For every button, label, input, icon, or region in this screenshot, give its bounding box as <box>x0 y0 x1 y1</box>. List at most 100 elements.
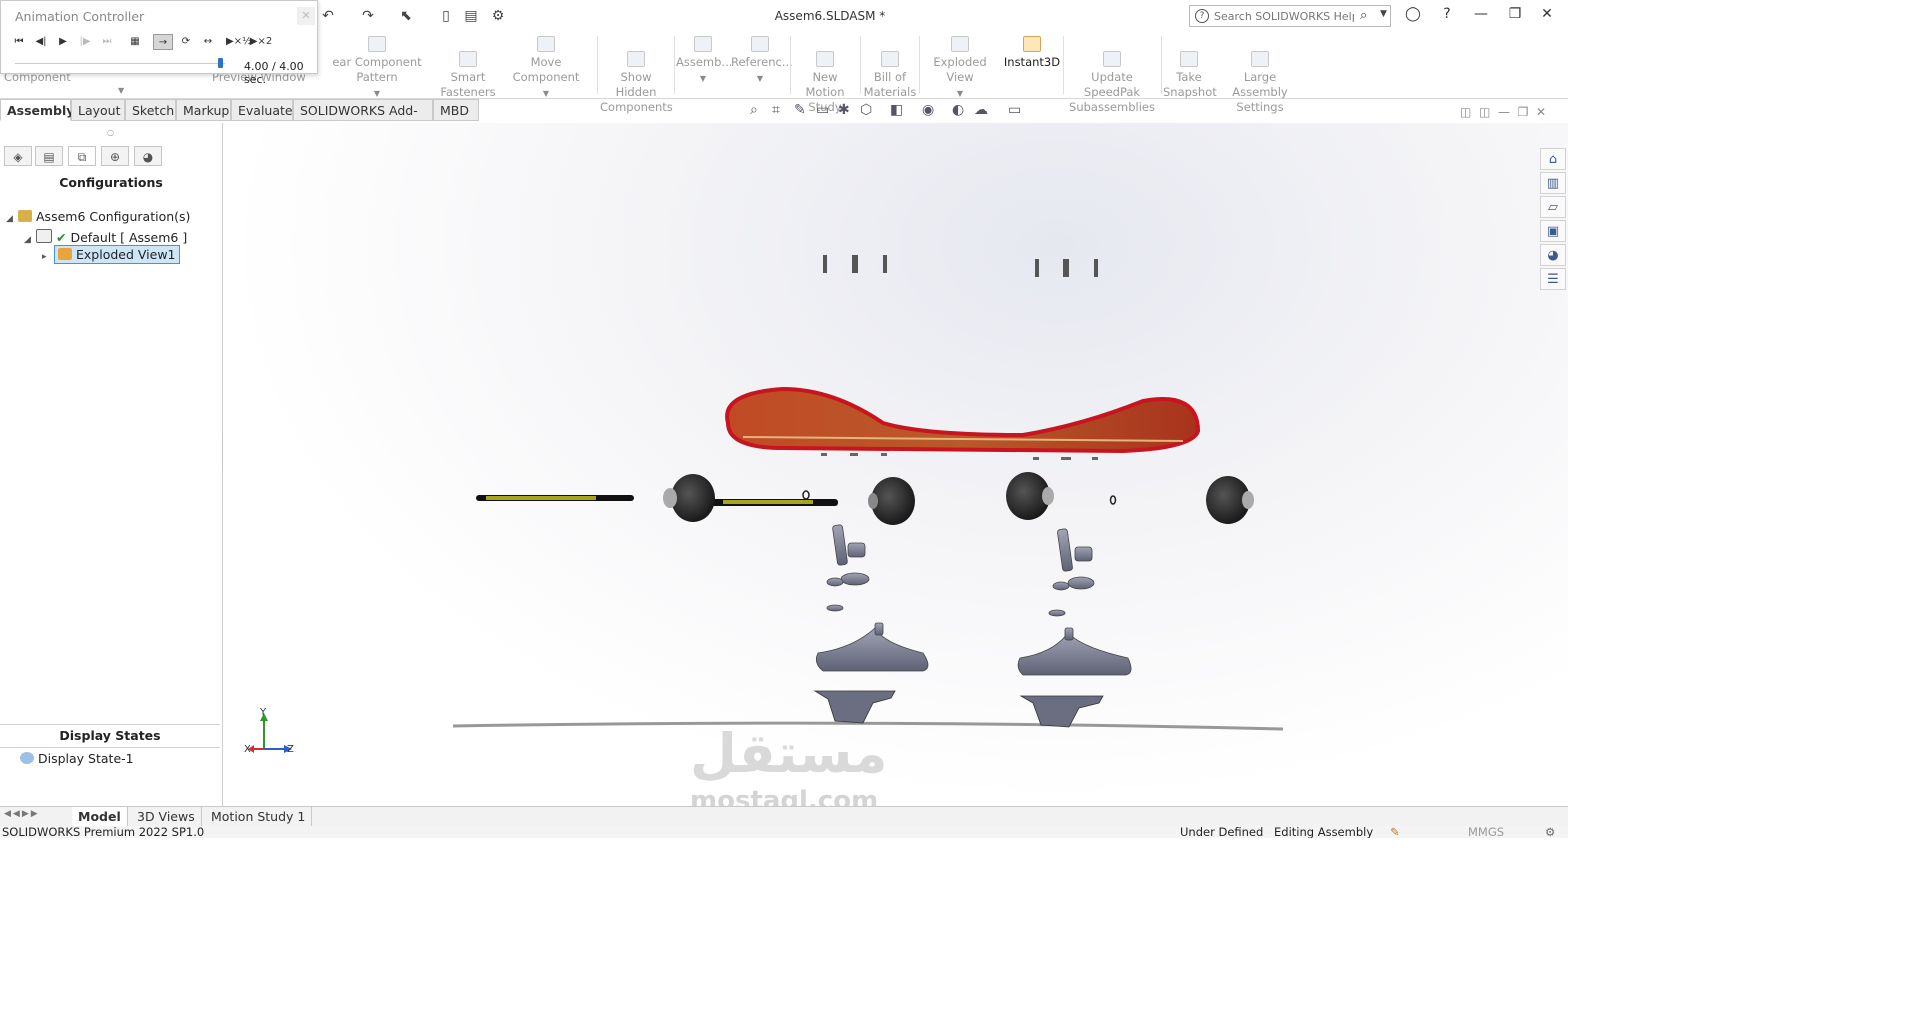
select-icon[interactable]: ⬉ <box>396 8 416 24</box>
ribbon-smart-fasteners-button[interactable]: Smart Fasteners <box>440 36 496 100</box>
minimize-button[interactable]: — <box>1470 6 1492 22</box>
display-style-icon[interactable]: ◧ <box>890 102 903 118</box>
status-units[interactable]: MMGS <box>1468 826 1504 838</box>
assembly-features-icon <box>694 36 712 52</box>
tree-item-exploded-view[interactable]: ▸ Exploded View1 <box>42 245 180 264</box>
zoom-to-area-icon[interactable]: ⌗ <box>772 102 780 118</box>
dynamic-annotation-icon[interactable]: ✱ <box>838 102 850 118</box>
display-state-item[interactable]: Display State-1 <box>20 751 134 766</box>
expand-arrow-icon[interactable]: ▸ <box>42 252 54 262</box>
tab-3d-views[interactable]: 3D Views <box>131 807 202 826</box>
save-animation-icon[interactable]: ▦ <box>125 34 145 50</box>
property-manager-icon[interactable]: ▤ <box>35 146 63 166</box>
fast-play-button[interactable]: ▶×2 <box>249 34 273 50</box>
play-icon[interactable]: ▶ <box>53 34 73 50</box>
graphics-viewport[interactable] <box>223 123 1568 806</box>
tab-assembly[interactable]: Assembly <box>0 99 74 121</box>
tab-motion-study[interactable]: Motion Study 1 <box>205 807 313 826</box>
ribbon-exploded-view-button[interactable]: Exploded View ▼ <box>921 36 999 101</box>
viewport-minimize-icon[interactable]: — <box>1498 105 1510 119</box>
ribbon-large-assembly-settings-button[interactable]: Large Assembly Settings <box>1218 36 1302 115</box>
customize-status-icon[interactable]: ⚙ <box>1545 826 1555 838</box>
chevron-down-icon[interactable]: ▼ <box>1380 9 1387 19</box>
tree-root-configurations[interactable]: ◢ Assem6 Configuration(s) <box>6 209 190 224</box>
panel-splitter-handle[interactable]: ○ <box>107 128 114 137</box>
animation-timeline-slider[interactable] <box>15 63 225 64</box>
tab-sketch[interactable]: Sketch <box>125 99 176 121</box>
section-view-icon[interactable]: ▭ <box>816 102 829 118</box>
undo-icon[interactable]: ↶ <box>318 8 338 24</box>
ribbon-separator <box>860 36 861 94</box>
user-account-icon[interactable]: ◯ <box>1402 6 1424 22</box>
home-icon[interactable]: ⌂ <box>1540 148 1566 170</box>
appearances-icon[interactable]: ◕ <box>1540 244 1566 266</box>
help-search-input[interactable] <box>1214 8 1354 24</box>
close-icon[interactable]: ✕ <box>297 7 315 25</box>
ribbon-assembly-features-button[interactable]: Assemb... ▼ <box>676 36 732 86</box>
apply-scene-icon[interactable]: ☁ <box>974 102 988 118</box>
step-forward-icon[interactable]: |▶ <box>75 34 95 50</box>
redo-icon[interactable]: ↷ <box>358 8 378 24</box>
exploded-view-selected[interactable]: Exploded View1 <box>54 245 180 264</box>
tab-evaluate[interactable]: Evaluate <box>231 99 293 121</box>
custom-properties-icon[interactable]: ☰ <box>1540 268 1566 290</box>
reciprocate-playback-icon[interactable]: ↔ <box>198 34 218 50</box>
slow-play-button[interactable]: ▶×½ <box>226 34 252 50</box>
tab-markup[interactable]: Markup <box>176 99 231 121</box>
help-icon[interactable]: ? <box>1436 6 1458 22</box>
hide-show-items-icon[interactable]: ◉ <box>922 102 934 118</box>
ribbon-instant3d-button[interactable]: Instant3D <box>1003 36 1061 70</box>
rewind-start-icon[interactable]: ⏮ <box>9 34 29 50</box>
file-explorer-icon[interactable]: ▱ <box>1540 196 1566 218</box>
configuration-manager-icon[interactable]: ⧉ <box>68 146 96 166</box>
tab-solidworks-add-ins[interactable]: SOLIDWORKS Add-Ins <box>293 99 433 140</box>
ribbon-show-hidden-button[interactable]: Show Hidden Components <box>600 36 673 115</box>
edit-appearance-icon[interactable]: ◐ <box>952 102 964 118</box>
search-icon[interactable]: ⌕ <box>1360 8 1367 23</box>
design-library-icon[interactable]: ▥ <box>1540 172 1566 194</box>
display-manager-icon[interactable]: ◕ <box>134 146 162 166</box>
tab-mbd[interactable]: MBD <box>433 99 479 121</box>
normal-playback-icon[interactable]: → <box>153 34 173 50</box>
chevron-down-icon[interactable]: ▼ <box>118 82 124 96</box>
viewport-close-icon[interactable]: ✕ <box>1536 105 1546 119</box>
chevron-down-icon: ▼ <box>756 74 764 83</box>
view-palette-icon[interactable]: ▣ <box>1540 220 1566 242</box>
view-orientation-icon[interactable]: ⬡ <box>860 102 872 118</box>
feature-manager-icon[interactable]: ◈ <box>4 146 32 166</box>
close-button[interactable]: ✕ <box>1536 6 1558 22</box>
rebuild-icon[interactable]: ▯ <box>436 8 456 24</box>
split-left-icon[interactable]: ◫ <box>1460 105 1471 119</box>
chevron-down-icon: ▼ <box>699 74 707 83</box>
restore-button[interactable]: ❐ <box>1504 6 1526 22</box>
loop-playback-icon[interactable]: ⟳ <box>176 34 196 50</box>
split-right-icon[interactable]: ◫ <box>1479 105 1490 119</box>
options-gear-icon[interactable]: ⚙ <box>488 8 508 24</box>
ribbon-take-snapshot-button[interactable]: Take Snapshot <box>1163 36 1217 100</box>
rebuild-status-icon[interactable]: ✎ <box>1390 826 1400 838</box>
animation-controller-dialog[interactable]: Animation Controller ✕ ⏮ ◀| ▶ |▶ ⏭ ▦ → ⟳… <box>0 0 318 86</box>
large-assembly-icon <box>1251 51 1269 67</box>
step-back-icon[interactable]: ◀| <box>31 34 51 50</box>
ribbon-linear-pattern-button[interactable]: ear Component Pattern ▼ <box>314 36 440 101</box>
ribbon-move-component-button[interactable]: Move Component ▼ <box>498 36 594 101</box>
expand-arrow-icon[interactable]: ◢ <box>24 235 36 245</box>
view-settings-icon[interactable]: ▭ <box>1008 102 1021 118</box>
previous-view-icon[interactable]: ✎ <box>794 102 806 118</box>
ribbon-reference-geometry-button[interactable]: Referenc... ▼ <box>731 36 793 86</box>
tree-item-default-config[interactable]: ◢ ✔ Default [ Assem6 ] <box>24 229 187 245</box>
exploded-view-icon <box>951 36 969 52</box>
zoom-to-fit-icon[interactable]: ⌕ <box>750 102 758 118</box>
ribbon-update-speedpak-button[interactable]: Update SpeedPak Subassemblies <box>1065 36 1159 115</box>
ribbon-bill-of-materials-button[interactable]: Bill of Materials <box>862 36 918 100</box>
help-search-box[interactable]: ? ⌕ ▼ <box>1189 5 1391 27</box>
tab-layout[interactable]: Layout <box>71 99 125 121</box>
file-properties-icon[interactable]: ▤ <box>461 8 481 24</box>
fast-forward-end-icon[interactable]: ⏭ <box>97 34 117 50</box>
expand-arrow-icon[interactable]: ◢ <box>6 214 18 224</box>
tab-model[interactable]: Model <box>72 807 128 826</box>
dimxpert-icon[interactable]: ⊕ <box>101 146 129 166</box>
animation-timeline-thumb[interactable] <box>218 58 223 68</box>
tab-scroll-arrows-icon[interactable]: ◀◀▶▶ <box>4 809 40 819</box>
viewport-restore-icon[interactable]: ❐ <box>1518 105 1529 119</box>
